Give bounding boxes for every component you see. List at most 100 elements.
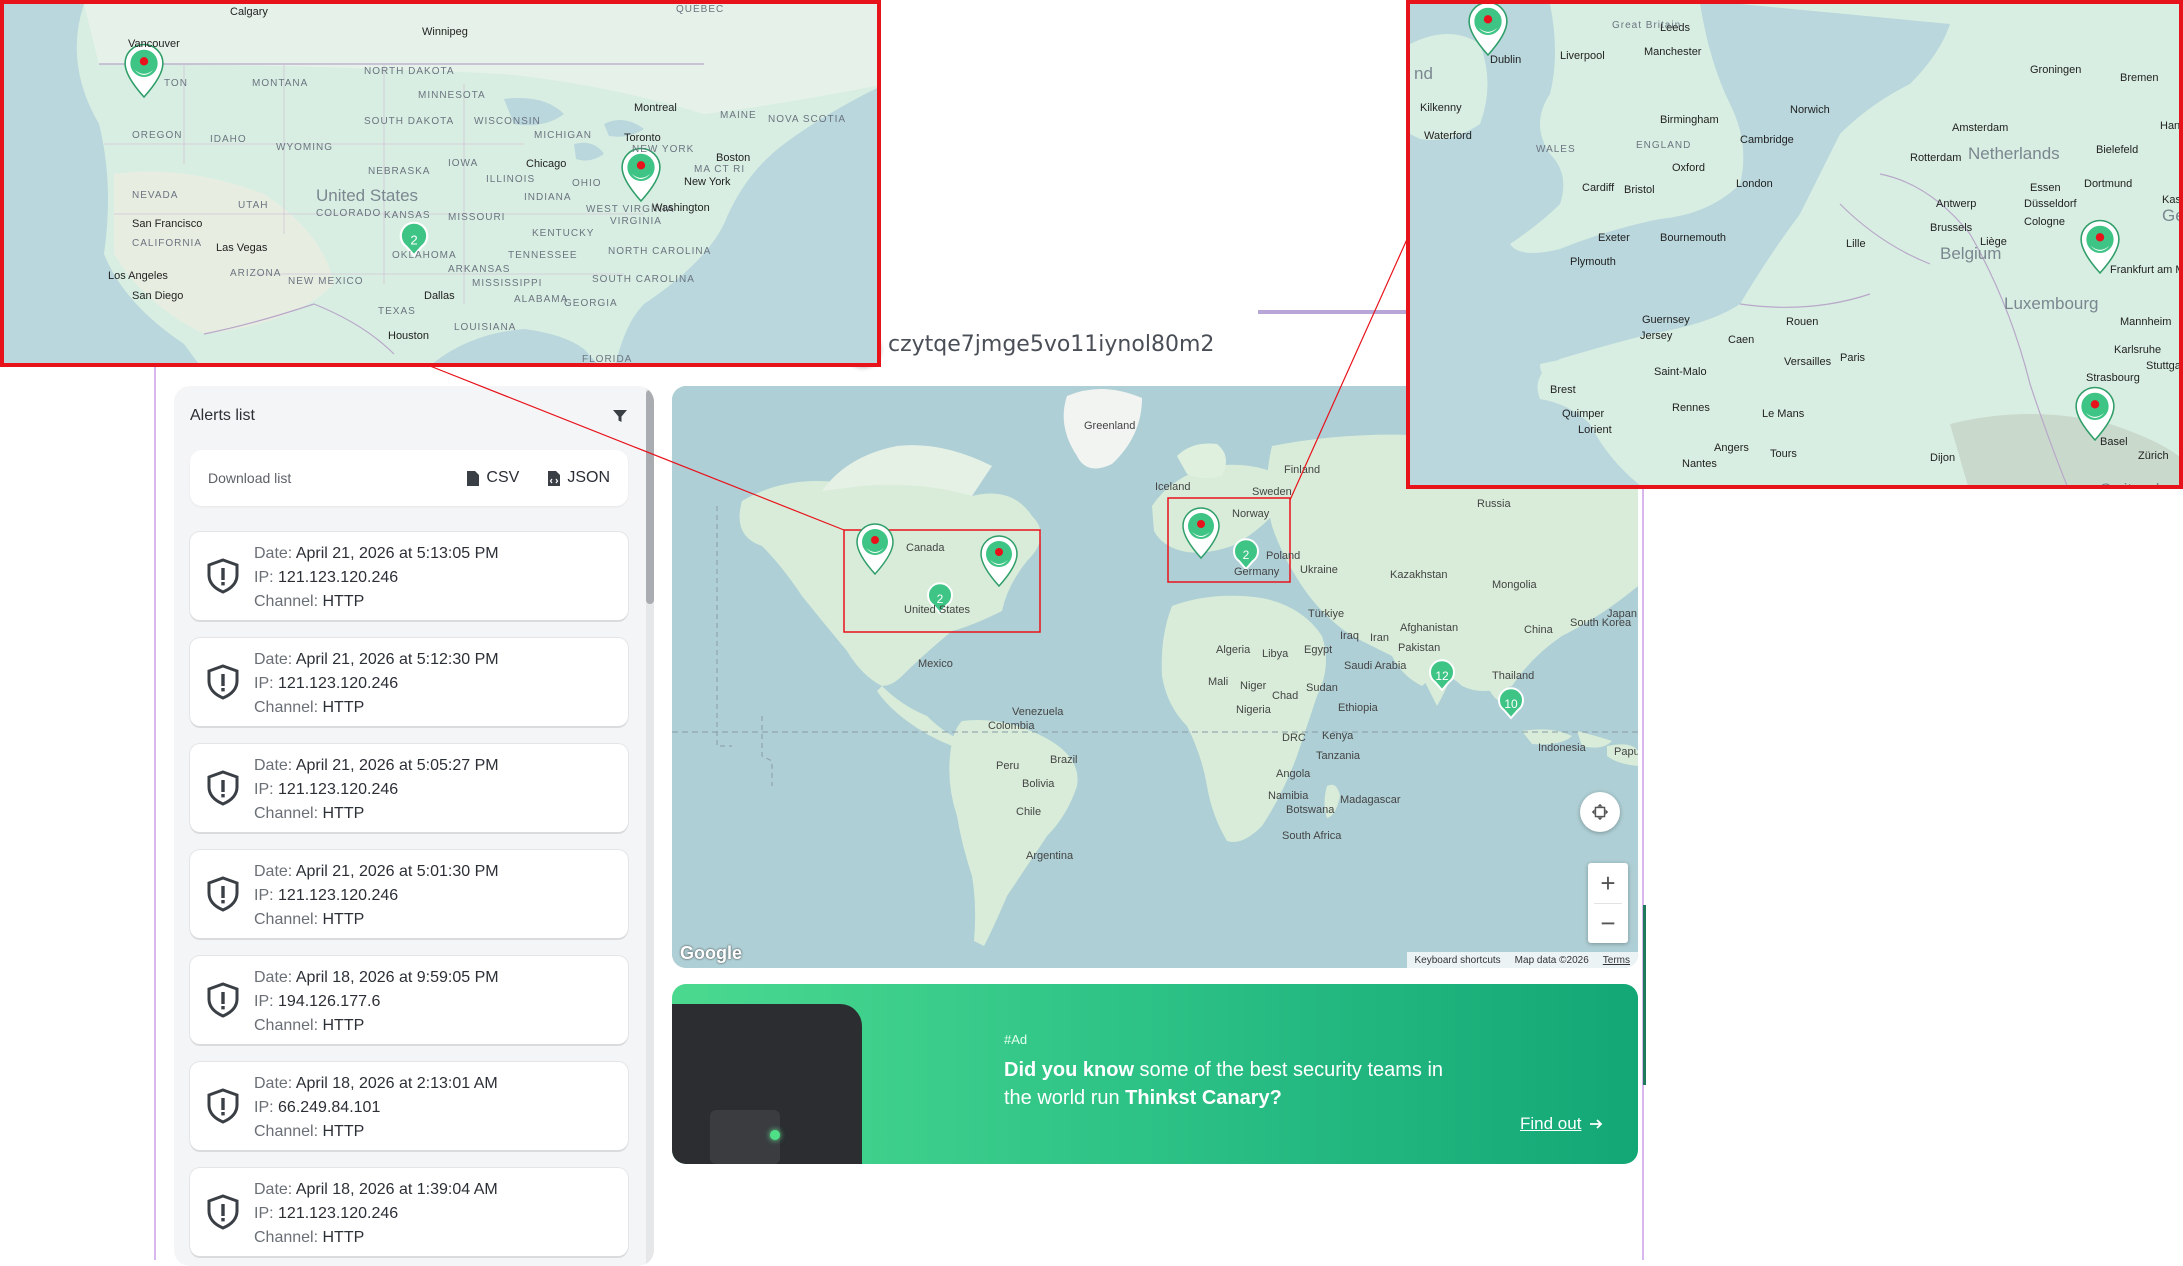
alert-card[interactable]: Date: April 21, 2026 at 5:12:30 PM IP: 12…: [190, 638, 628, 726]
map-label-kenya: Kenya: [1322, 730, 1354, 742]
map-label-pakistan: Pakistan: [1398, 642, 1441, 654]
map-label-nova-scotia: NOVA SCOTIA: [768, 114, 847, 125]
cluster-count: 12: [1435, 669, 1449, 683]
shield-alert-icon: [207, 1088, 239, 1124]
map-label-montreal: Montreal: [634, 102, 677, 114]
zoom-out-button[interactable]: −: [1588, 904, 1628, 943]
map-label-illinois: ILLINOIS: [486, 174, 536, 185]
expand-icon: [1591, 803, 1609, 821]
map-label-louisiana: LOUISIANA: [454, 322, 517, 333]
alert-date: April 21, 2026 at 5:05:27 PM: [295, 757, 499, 774]
alert-ip-label: IP:: [254, 1205, 274, 1222]
alert-date-label: Date:: [254, 545, 293, 562]
map-label-quebec: QUÉBEC: [676, 4, 725, 15]
shield-alert-icon: [207, 1194, 239, 1230]
keyboard-shortcuts-link[interactable]: Keyboard shortcuts: [1415, 955, 1501, 966]
map-label-united-states: United States: [316, 186, 419, 205]
alert-card[interactable]: Date: April 18, 2026 at 2:13:01 AM IP: 66…: [190, 1062, 628, 1150]
ad-banner[interactable]: #Ad Did you know some of the best securi…: [672, 984, 1638, 1164]
alert-card[interactable]: Date: April 21, 2026 at 5:05:27 PM IP: 12…: [190, 744, 628, 832]
map-label-tennessee: TENNESSEE: [508, 250, 578, 261]
map-label-montana: MONTANA: [252, 78, 309, 89]
map-label-new-york-state: NEW YORK: [632, 144, 695, 155]
alert-channel-row: Channel: HTTP: [254, 908, 499, 932]
map-label-bristol: Bristol: [1624, 184, 1655, 196]
zoom-in-button[interactable]: +: [1588, 863, 1628, 903]
map-label-argentina: Argentina: [1026, 850, 1074, 862]
alert-ip-row: IP: 194.126.177.6: [254, 990, 499, 1014]
map-label-south-africa: South Africa: [1282, 830, 1342, 842]
alert-channel-label: Channel:: [254, 1017, 319, 1034]
map-label-strasbourg: Strasbourg: [2086, 372, 2140, 384]
alert-card[interactable]: Date: April 21, 2026 at 5:01:30 PM IP: 12…: [190, 850, 628, 938]
map-label-jersey: Jersey: [1640, 330, 1673, 342]
map-label-georgia: GEORGIA: [564, 298, 618, 309]
alert-date: April 21, 2026 at 5:13:05 PM: [295, 545, 499, 562]
map-label-niger: Niger: [1240, 680, 1267, 692]
map-label-afghanistan: Afghanistan: [1400, 622, 1459, 634]
map-label-bielefeld: Bielefeld: [2096, 144, 2139, 156]
map-label-venezuela: Venezuela: [1012, 706, 1064, 718]
alert-card[interactable]: Date: April 18, 2026 at 9:59:05 PM IP: 19…: [190, 956, 628, 1044]
alert-card[interactable]: Date: April 18, 2026 at 1:39:04 AM IP: 12…: [190, 1168, 628, 1256]
map-label-kentucky: KENTUCKY: [532, 228, 595, 239]
alert-channel-label: Channel:: [254, 911, 319, 928]
map-label-calgary: Calgary: [230, 6, 268, 18]
shield-alert-icon: [207, 982, 239, 1018]
map-label-brazil: Brazil: [1050, 754, 1078, 766]
alert-ip-label: IP:: [254, 993, 274, 1010]
alert-date-row: Date: April 21, 2026 at 5:13:05 PM: [254, 542, 499, 566]
map-fullscreen-button[interactable]: [1580, 792, 1620, 832]
map-label-bolivia: Bolivia: [1022, 778, 1055, 790]
csv-download-button[interactable]: CSV: [466, 469, 519, 487]
map-label-ethiopia: Ethiopia: [1338, 702, 1378, 714]
map-label-south-dakota: SOUTH DAKOTA: [364, 116, 455, 127]
json-download-button[interactable]: JSON: [547, 469, 610, 487]
map-label-oklahoma: OKLAHOMA: [392, 250, 457, 261]
alert-ip: 66.249.84.101: [278, 1099, 381, 1116]
terms-link[interactable]: Terms: [1603, 955, 1630, 966]
find-out-link[interactable]: Find out: [1520, 1114, 1603, 1134]
alert-date-label: Date:: [254, 969, 293, 986]
google-logo: Google: [680, 943, 742, 963]
map-label-rouen: Rouen: [1786, 316, 1819, 328]
map-label-cardiff: Cardiff: [1582, 182, 1615, 194]
shield-alert-icon: [207, 876, 239, 912]
map-label-mali: Mali: [1208, 676, 1229, 688]
alerts-sidebar: Alerts list Download list CSV JSON Date:…: [174, 386, 654, 1266]
map-label-alabama: ALABAMA: [514, 294, 569, 305]
cluster-count: 2: [410, 232, 417, 247]
alert-date-label: Date:: [254, 1181, 293, 1198]
map-label-sweden: Sweden: [1252, 486, 1292, 498]
map-label-turkiye: Türkiye: [1308, 608, 1345, 620]
map-label-drc: DRC: [1282, 732, 1306, 744]
map-label-mongolia: Mongolia: [1492, 579, 1537, 591]
alert-channel-row: Channel: HTTP: [254, 1226, 498, 1250]
map-label-north-carolina: NORTH CAROLINA: [608, 246, 712, 257]
map-label-oxford: Oxford: [1672, 162, 1706, 174]
map-label-colorado: COLORADO: [316, 208, 382, 219]
alert-ip: 121.123.120.246: [278, 569, 399, 586]
map-label-brussels: Brussels: [1930, 222, 1973, 234]
alert-channel: HTTP: [322, 911, 365, 928]
filter-icon[interactable]: [610, 406, 630, 426]
map-label-norway: Norway: [1232, 508, 1270, 520]
alert-card[interactable]: Date: April 21, 2026 at 5:13:05 PM IP: 12…: [190, 532, 628, 620]
alert-channel-label: Channel:: [254, 593, 319, 610]
map-label-indonesia: Indonesia: [1538, 742, 1586, 754]
map-label-antwerp: Antwerp: [1936, 198, 1977, 210]
map-label-idaho: IDAHO: [210, 134, 247, 145]
map-label-norwich: Norwich: [1790, 104, 1830, 116]
map-label-colombia: Colombia: [988, 720, 1035, 732]
map-label-utah: UTAH: [238, 200, 269, 211]
top-divider: [1258, 310, 1408, 314]
ad-lead-bold: Did you know: [1004, 1059, 1134, 1081]
alert-channel-row: Channel: HTTP: [254, 696, 499, 720]
map-label-angola: Angola: [1276, 768, 1311, 780]
map-label-nigeria: Nigeria: [1236, 704, 1271, 716]
map-label-papua: Papua: [1614, 746, 1638, 758]
sidebar-scrollbar-thumb[interactable]: [646, 390, 654, 604]
alert-ip-row: IP: 121.123.120.246: [254, 778, 499, 802]
map-label-belgium: Belgium: [1940, 244, 2002, 263]
alert-ip-label: IP:: [254, 569, 274, 586]
